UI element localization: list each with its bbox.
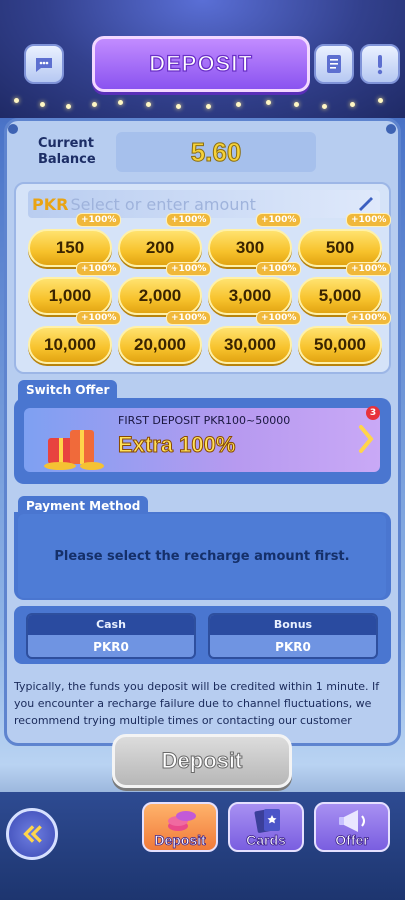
bonus-wallet: Bonus PKR0: [208, 613, 378, 659]
amount-option-10000[interactable]: 10,000: [28, 326, 112, 364]
tab-offer-label: Offer: [335, 832, 369, 849]
offer-subtitle: FIRST DEPOSIT PKR100~50000: [118, 414, 291, 427]
bonus-value: PKR0: [275, 640, 311, 654]
amount-option-value: 150: [55, 238, 85, 257]
amount-option-value: 30,000: [224, 335, 276, 354]
offer-headline: Extra 100%: [117, 432, 236, 458]
info-button[interactable]: [360, 44, 400, 84]
amount-option-value: 3,000: [228, 286, 272, 305]
amount-option-value: 5,000: [318, 286, 362, 305]
panel-screw: [8, 124, 18, 134]
amount-option-3000[interactable]: 3,000: [208, 277, 292, 315]
bonus-tag: +100%: [256, 213, 302, 227]
amount-option-value: 500: [325, 238, 355, 257]
back-button[interactable]: [6, 808, 58, 860]
cash-label: Cash: [28, 615, 194, 635]
bonus-tag: +100%: [166, 213, 212, 227]
deposit-notice: Typically, the funds you deposit will be…: [14, 680, 380, 727]
deposit-button-label: Deposit: [161, 748, 243, 774]
deposit-button[interactable]: Deposit: [112, 734, 292, 788]
amount-option-value: 2,000: [138, 286, 182, 305]
amount-option-5000[interactable]: 5,000: [298, 277, 382, 315]
support-chat-button[interactable]: [24, 44, 64, 84]
amount-option-value: 1,000: [48, 286, 92, 305]
bonus-tag: +100%: [76, 213, 122, 227]
payment-method-area: Please select the recharge amount first.: [18, 514, 386, 598]
tab-deposit[interactable]: Deposit: [142, 802, 218, 852]
bonus-tag: +100%: [256, 262, 302, 276]
double-chevron-left-icon: [23, 825, 42, 843]
bonus-label: Bonus: [210, 615, 376, 635]
tab-deposit-label: Deposit: [154, 832, 206, 849]
cash-wallet: Cash PKR0: [26, 613, 196, 659]
cash-value: PKR0: [93, 640, 129, 654]
chevron-right-icon[interactable]: [358, 424, 374, 454]
bonus-tag: +100%: [346, 262, 392, 276]
pencil-icon: [359, 197, 373, 211]
amount-option-value: 10,000: [44, 335, 96, 354]
amount-option-value: 20,000: [134, 335, 186, 354]
switch-offer-title: Switch Offer: [18, 380, 118, 400]
gift-box-icon: [44, 430, 104, 470]
bonus-tag: +100%: [166, 311, 212, 325]
tab-cards-label: Cards: [246, 832, 286, 849]
payment-method-message: Please select the recharge amount first.: [54, 548, 350, 564]
amount-option-value: 300: [235, 238, 265, 257]
tab-offer[interactable]: Offer: [314, 802, 390, 852]
amount-option-1000[interactable]: 1,000: [28, 277, 112, 315]
amount-placeholder: Select or enter amount: [70, 194, 256, 214]
tab-cards[interactable]: Cards: [228, 802, 304, 852]
current-balance-label: Current Balance: [38, 136, 96, 167]
document-list-icon: [327, 55, 341, 73]
exclamation-icon: [377, 55, 383, 75]
amount-option-20000[interactable]: 20,000: [118, 326, 202, 364]
bonus-tag: +100%: [256, 311, 302, 325]
bonus-tag: +100%: [76, 262, 122, 276]
offer-count-badge: 3: [366, 406, 380, 420]
records-button[interactable]: [314, 44, 354, 84]
page-title-plate: DEPOSIT: [92, 36, 310, 92]
bonus-tag: +100%: [166, 262, 212, 276]
current-balance-display: 5.60: [116, 132, 316, 172]
amount-option-30000[interactable]: 30,000: [208, 326, 292, 364]
bonus-tag: +100%: [346, 311, 392, 325]
support-chat-icon: [36, 58, 52, 72]
string-lights: [0, 92, 405, 112]
bonus-tag: +100%: [346, 213, 392, 227]
current-balance-value: 5.60: [190, 136, 242, 167]
amount-option-value: 200: [145, 238, 175, 257]
amount-option-2000[interactable]: 2,000: [118, 277, 202, 315]
amount-option-value: 50,000: [314, 335, 366, 354]
page-title: DEPOSIT: [149, 50, 253, 76]
amount-option-50000[interactable]: 50,000: [298, 326, 382, 364]
currency-label: PKR: [32, 194, 69, 214]
bonus-tag: +100%: [76, 311, 122, 325]
panel-screw: [386, 124, 396, 134]
